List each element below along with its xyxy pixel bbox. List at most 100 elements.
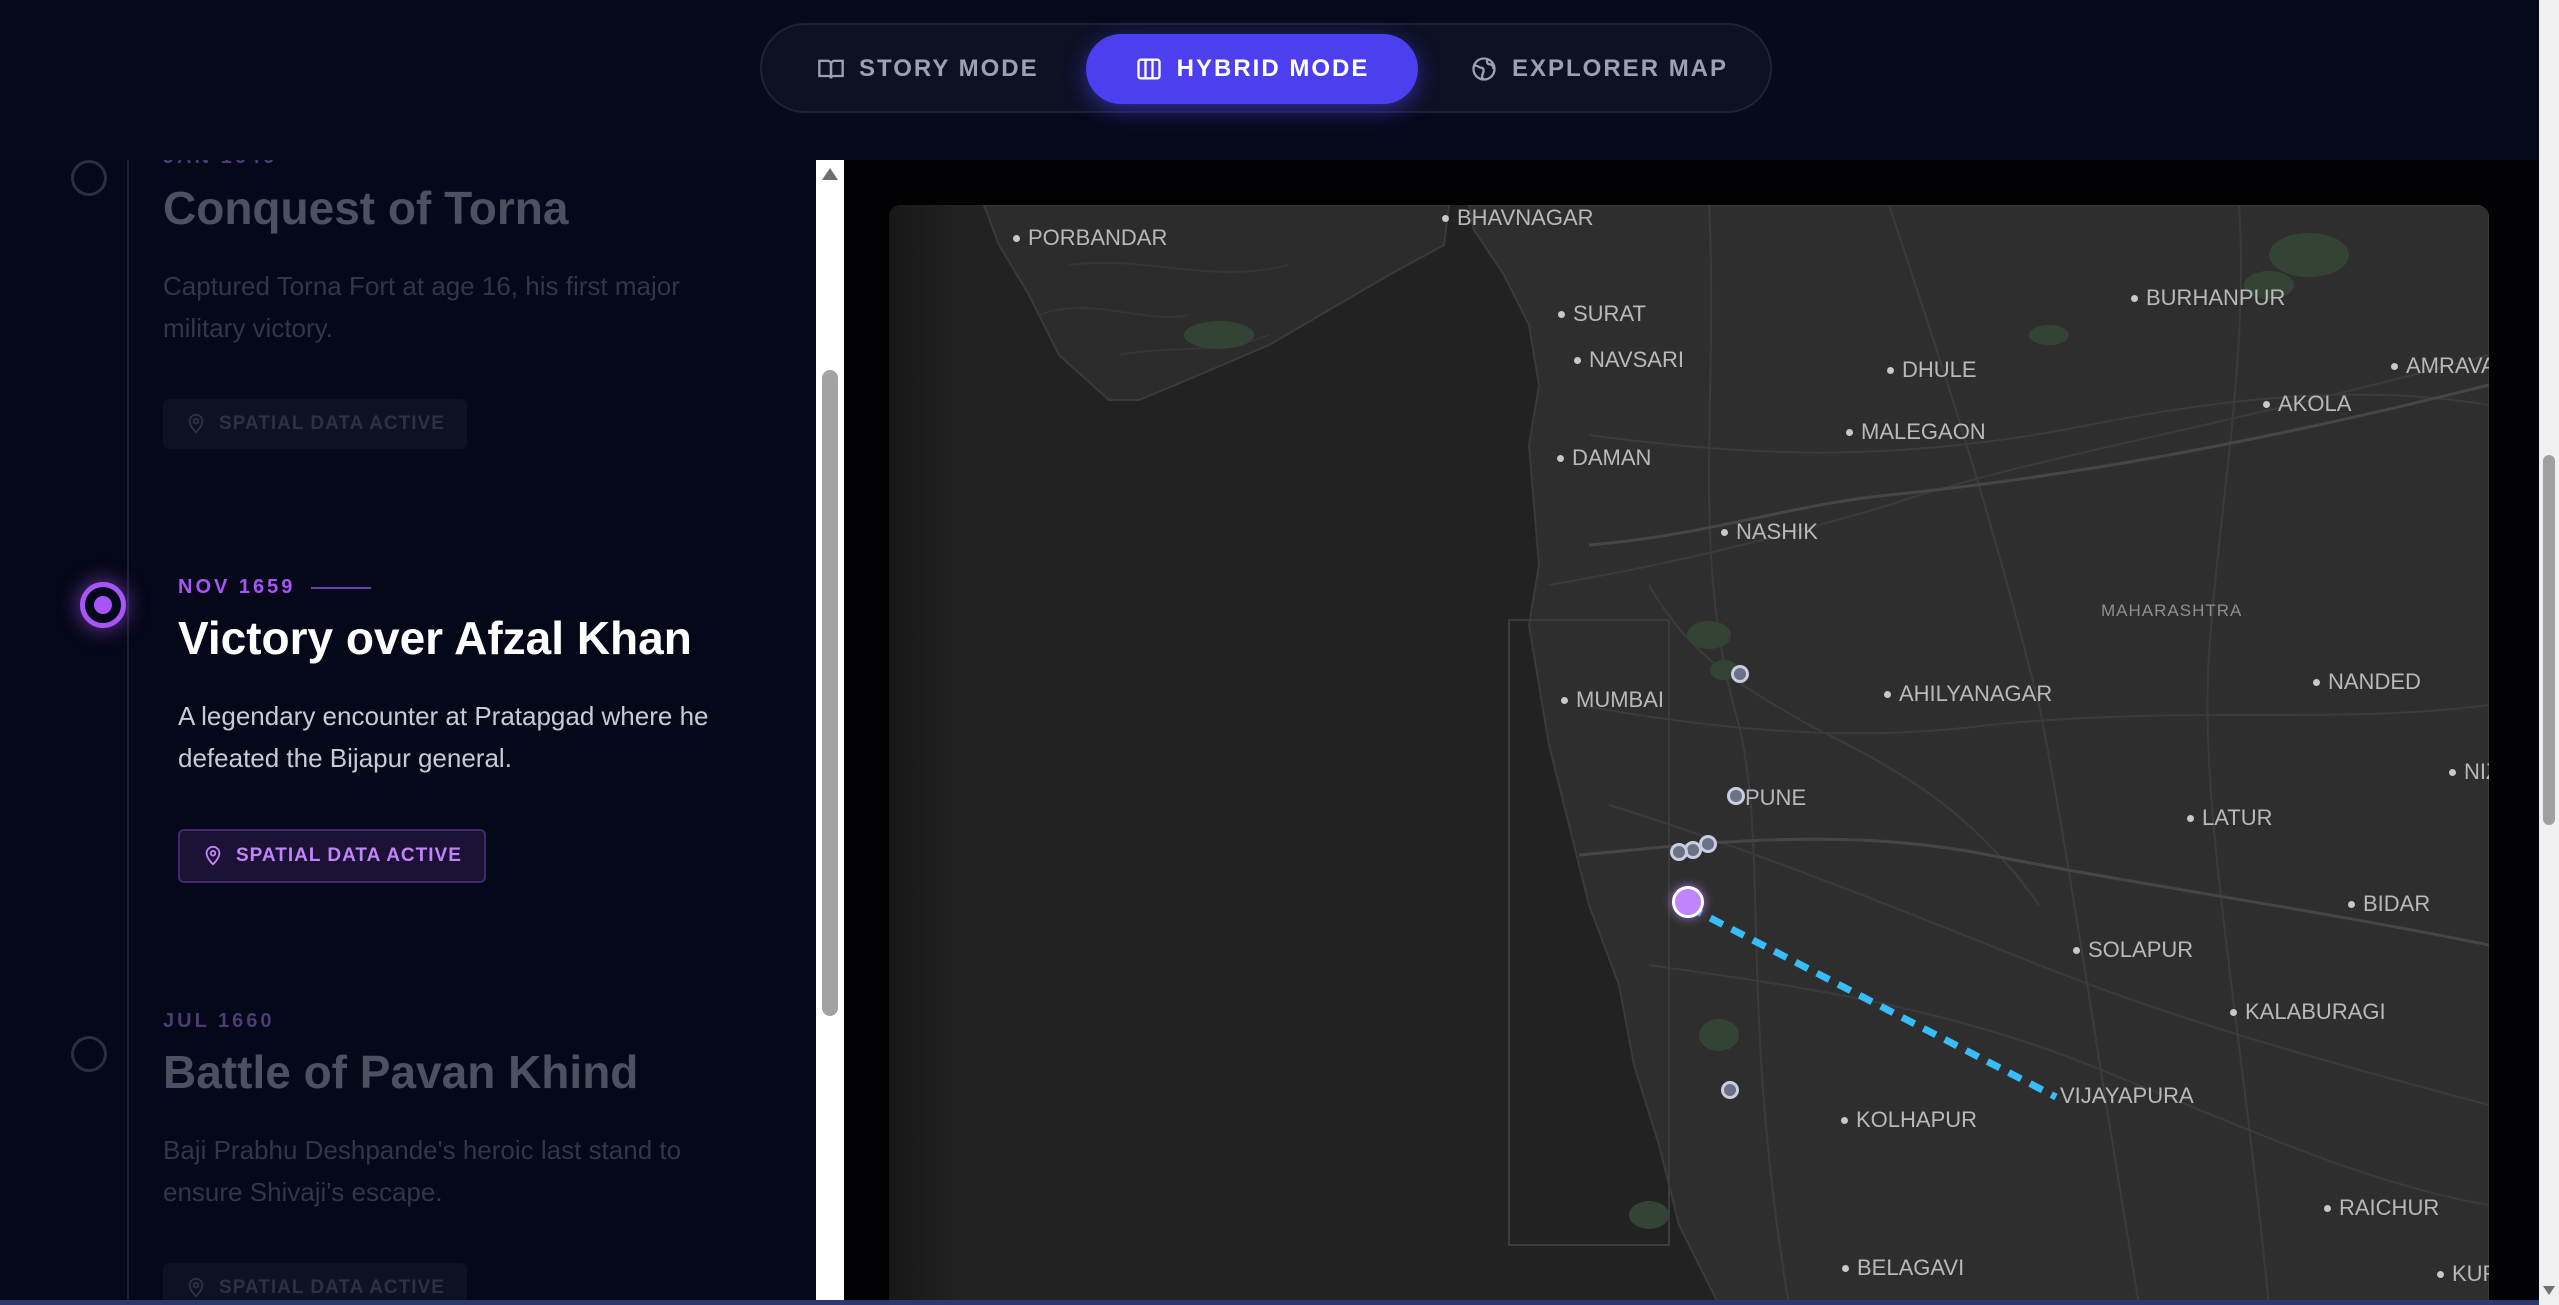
book-icon bbox=[818, 59, 844, 79]
city-label: NIZ bbox=[2449, 759, 2489, 785]
badge-label: SPATIAL DATA ACTIVE bbox=[236, 845, 462, 866]
spatial-data-badge[interactable]: SPATIAL DATA ACTIVE bbox=[178, 829, 486, 883]
event-date: JAN 1646 bbox=[163, 160, 763, 169]
city-label: MALEGAON bbox=[1846, 419, 1986, 445]
city-dot bbox=[1557, 454, 1564, 462]
timeline-panel[interactable]: JAN 1646 Conquest of Torna Captured Torn… bbox=[0, 160, 816, 1305]
timeline-rail bbox=[127, 160, 129, 1305]
city-dot bbox=[2263, 400, 2270, 408]
city-label: DHULE bbox=[1887, 357, 1977, 383]
city-dot bbox=[1721, 528, 1728, 536]
hybrid-mode-label: HYBRID MODE bbox=[1176, 55, 1370, 82]
state-label: MAHARASHTRA bbox=[2101, 601, 2243, 620]
timeline-event[interactable]: JUL 1660 Battle of Pavan Khind Baji Prab… bbox=[163, 1010, 763, 1305]
city-dot bbox=[2073, 946, 2080, 954]
story-mode-button[interactable]: STORY MODE bbox=[817, 34, 1039, 104]
city-dot bbox=[1842, 1264, 1849, 1272]
city-label: PORBANDAR bbox=[1013, 225, 1167, 251]
city-dot bbox=[2348, 900, 2355, 908]
city-dot bbox=[2324, 1204, 2331, 1212]
scroll-down-arrow[interactable] bbox=[2543, 1286, 2555, 1295]
fort-marker[interactable] bbox=[1721, 1081, 1739, 1099]
city-label: PUNE bbox=[1745, 785, 1807, 810]
fort-marker[interactable] bbox=[1731, 665, 1749, 683]
city-label: BHAVNAGAR bbox=[1442, 205, 1594, 231]
city-label: SOLAPUR bbox=[2073, 937, 2193, 963]
mode-switcher: STORY MODE HYBRID MODE EXPLORER MAP bbox=[760, 23, 1772, 113]
map-canvas[interactable]: BHAVNAGAR PORBANDAR SURAT NAVSARI DAMAN … bbox=[889, 205, 2489, 1305]
city-dot bbox=[2131, 294, 2138, 302]
timeline-node[interactable] bbox=[71, 1036, 107, 1072]
timeline-event-active[interactable]: NOV 1659 Victory over Afzal Khan A legen… bbox=[178, 576, 778, 883]
city-dot bbox=[1561, 696, 1568, 704]
scroll-up-arrow[interactable] bbox=[822, 168, 838, 180]
event-date: NOV 1659 bbox=[178, 576, 778, 599]
location-pin-icon bbox=[188, 413, 204, 434]
city-label: MUMBAI bbox=[1561, 687, 1664, 713]
columns-icon bbox=[1136, 58, 1161, 80]
city-label: AKOLA bbox=[2263, 391, 2351, 417]
active-location-marker[interactable] bbox=[1672, 886, 1704, 918]
scrollbar-thumb[interactable] bbox=[822, 370, 838, 1016]
city-label: LATUR bbox=[2187, 805, 2273, 831]
event-date: JUL 1660 bbox=[163, 1010, 275, 1032]
city-label: NASHIK bbox=[1721, 519, 1818, 545]
city-label: KALABURAGI bbox=[2230, 999, 2386, 1025]
story-mode-label: STORY MODE bbox=[859, 55, 1039, 82]
city-label: NANDED bbox=[2313, 669, 2421, 695]
spatial-data-badge[interactable]: SPATIAL DATA ACTIVE bbox=[163, 399, 467, 449]
city-dot bbox=[1442, 214, 1449, 222]
page-scrollbar[interactable] bbox=[2539, 0, 2559, 1305]
location-pin-icon bbox=[205, 845, 221, 866]
location-pin-icon bbox=[188, 1277, 204, 1298]
city-dot bbox=[1574, 356, 1581, 364]
event-title: Victory over Afzal Khan bbox=[178, 612, 692, 664]
city-label: BELAGAVI bbox=[1842, 1255, 1964, 1281]
city-dot bbox=[1841, 1116, 1848, 1124]
timeline-node[interactable] bbox=[71, 160, 107, 196]
city-dot bbox=[2449, 768, 2456, 776]
city-label: KUR bbox=[2437, 1261, 2489, 1287]
city-label: AHILYANAGAR bbox=[1884, 681, 2052, 707]
city-label: DAMAN bbox=[1557, 445, 1651, 471]
city-label: AMRAVATI bbox=[2391, 353, 2489, 379]
event-title: Conquest of Torna bbox=[163, 182, 569, 234]
spatial-data-badge[interactable]: SPATIAL DATA ACTIVE bbox=[163, 1263, 467, 1305]
city-dot bbox=[2437, 1270, 2444, 1278]
badge-label: SPATIAL DATA ACTIVE bbox=[219, 413, 445, 434]
bottom-edge bbox=[0, 1300, 2539, 1305]
fort-marker[interactable] bbox=[1670, 843, 1688, 861]
city-label: NAVSARI bbox=[1574, 347, 1684, 373]
map-base bbox=[889, 205, 2489, 1305]
event-description: Captured Torna Fort at age 16, his first… bbox=[163, 271, 680, 343]
city-label: VIJAYAPURA bbox=[2060, 1083, 2194, 1108]
city-dot bbox=[1846, 428, 1853, 436]
timeline-event[interactable]: JAN 1646 Conquest of Torna Captured Torn… bbox=[163, 160, 763, 449]
city-dot bbox=[2230, 1008, 2237, 1016]
timeline-node-active[interactable] bbox=[80, 582, 126, 628]
event-description: Baji Prabhu Deshpande's heroic last stan… bbox=[163, 1135, 682, 1207]
city-dot bbox=[2187, 814, 2194, 822]
fort-marker[interactable] bbox=[1727, 787, 1745, 805]
explorer-map-label: EXPLORER MAP bbox=[1512, 55, 1729, 82]
city-dot bbox=[2313, 678, 2320, 686]
city-dot bbox=[1558, 310, 1565, 318]
event-title: Battle of Pavan Khind bbox=[163, 1046, 639, 1098]
city-dot bbox=[1887, 366, 1894, 374]
city-dot bbox=[2391, 362, 2398, 370]
timeline-scrollbar[interactable] bbox=[816, 160, 844, 1300]
page-scrollbar-thumb[interactable] bbox=[2543, 455, 2555, 825]
city-label: BURHANPUR bbox=[2131, 285, 2285, 311]
city-label: KOLHAPUR bbox=[1841, 1107, 1977, 1133]
badge-label: SPATIAL DATA ACTIVE bbox=[219, 1277, 445, 1298]
hybrid-mode-button[interactable]: HYBRID MODE bbox=[1086, 34, 1418, 104]
explorer-map-button[interactable]: EXPLORER MAP bbox=[1470, 34, 1728, 104]
city-dot bbox=[1884, 690, 1891, 698]
city-label: SURAT bbox=[1558, 301, 1646, 327]
city-label: RAICHUR bbox=[2324, 1195, 2439, 1221]
city-label: BIDAR bbox=[2348, 891, 2430, 917]
event-description: A legendary encounter at Pratapgad where… bbox=[178, 701, 709, 773]
globe-icon bbox=[1472, 57, 1496, 81]
map-container: BHAVNAGAR PORBANDAR SURAT NAVSARI DAMAN … bbox=[844, 160, 2539, 1305]
city-dot bbox=[1013, 234, 1020, 242]
